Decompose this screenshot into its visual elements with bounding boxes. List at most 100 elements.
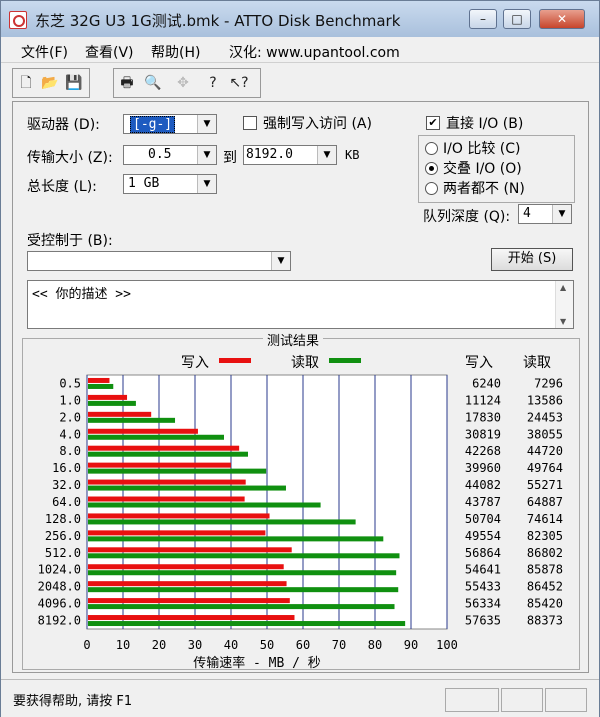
y-tick-label: 256.0 (45, 529, 81, 543)
window-title: 东芝 32G U3 1G测试.bmk - ATTO Disk Benchmark (35, 12, 401, 30)
description-scrollbar[interactable]: ▲ ▼ (555, 281, 573, 328)
status-pane-3 (545, 688, 587, 712)
print-preview-icon[interactable]: 🔍 (142, 72, 164, 94)
write-value: 44082 (465, 478, 501, 492)
read-bar (88, 485, 286, 491)
read-value: 55271 (527, 478, 563, 492)
read-value: 24453 (527, 410, 563, 424)
save-icon[interactable]: 💾 (63, 72, 85, 94)
maximize-button[interactable]: □ (503, 9, 531, 29)
write-bar (88, 428, 198, 434)
write-bar (88, 377, 110, 383)
read-bar (88, 553, 400, 559)
x-tick-label: 30 (188, 638, 202, 652)
chevron-down-icon[interactable]: ▼ (271, 252, 290, 270)
direct-io-checkbox[interactable]: ✔ (426, 116, 440, 130)
menu-help[interactable]: 帮助(H) (151, 42, 200, 62)
queue-depth-select[interactable]: 4 ▼ (518, 204, 572, 224)
neither-radio[interactable] (425, 182, 438, 195)
x-axis-label: 传输速率 - MB / 秒 (193, 655, 321, 669)
read-value: 82305 (527, 529, 563, 543)
direct-io-label: 直接 I/O (B) (446, 116, 524, 132)
x-tick-label: 50 (260, 638, 274, 652)
chevron-down-icon[interactable]: ▼ (197, 175, 216, 193)
write-value: 30819 (465, 427, 501, 441)
write-bar (88, 479, 246, 485)
write-bar (88, 564, 284, 570)
minimize-button[interactable]: – (469, 9, 497, 29)
app-window: 东芝 32G U3 1G测试.bmk - ATTO Disk Benchmark… (0, 0, 600, 717)
read-bar (88, 519, 356, 525)
chevron-down-icon[interactable]: ▼ (552, 205, 571, 223)
column-header: 读取 (523, 354, 551, 371)
queue-depth-value: 4 (523, 206, 531, 221)
status-pane-2 (501, 688, 543, 712)
legend-label: 读取 (291, 354, 319, 371)
legend-label: 写入 (181, 355, 209, 371)
open-icon[interactable]: 📂 (39, 72, 61, 94)
transfer-size-label: 传输大小 (Z): (27, 150, 113, 166)
y-tick-label: 8.0 (59, 444, 81, 458)
read-bar (88, 604, 395, 610)
menu-file[interactable]: 文件(F) (21, 42, 68, 62)
y-tick-label: 128.0 (45, 512, 81, 526)
read-bar (88, 451, 248, 457)
io-compare-radio[interactable] (425, 142, 438, 155)
y-tick-label: 4096.0 (38, 597, 81, 611)
transfer-from-select[interactable]: 0.5 ▼ (123, 145, 217, 165)
y-tick-label: 1.0 (59, 393, 81, 407)
write-bar (88, 530, 266, 536)
io-overlap-label: 交叠 I/O (O) (443, 161, 522, 177)
read-bar (88, 587, 399, 593)
menu-translation-note: 汉化: www.upantool.com (229, 45, 400, 61)
x-tick-label: 40 (224, 638, 238, 652)
move-icon: ✥ (177, 75, 189, 91)
x-tick-label: 100 (436, 638, 458, 652)
description-field[interactable]: << 你的描述 >> ▲ ▼ (27, 280, 574, 329)
chevron-down-icon[interactable]: ▼ (197, 146, 216, 164)
write-value: 17830 (465, 410, 501, 424)
help-icon[interactable]: ? (202, 72, 224, 94)
read-bar (88, 383, 114, 389)
y-tick-label: 16.0 (52, 461, 81, 475)
start-button[interactable]: 开始 (S) (491, 248, 573, 271)
read-value: 88373 (527, 614, 563, 628)
read-value: 85420 (527, 597, 563, 611)
menu-bar: 文件(F) 查看(V) 帮助(H) 汉化: www.upantool.com (1, 37, 599, 62)
read-value: 85878 (527, 563, 563, 577)
read-bar (88, 621, 406, 627)
print-icon[interactable]: 🖶 (116, 72, 138, 94)
y-tick-label: 0.5 (59, 376, 81, 390)
write-value: 56864 (465, 546, 501, 560)
force-write-checkbox[interactable] (243, 116, 257, 130)
chevron-down-icon[interactable]: ▼ (317, 146, 336, 164)
column-header: 写入 (465, 355, 493, 371)
write-bar (88, 615, 295, 621)
write-value: 55433 (465, 580, 501, 594)
read-value: 74614 (527, 512, 563, 526)
context-help-icon[interactable]: ↖? (228, 72, 250, 94)
menu-view[interactable]: 查看(V) (85, 42, 134, 62)
y-tick-label: 8192.0 (38, 614, 81, 628)
drive-select[interactable]: [-g-] ▼ (123, 114, 217, 134)
y-tick-label: 64.0 (52, 495, 81, 509)
drive-value: [-g-] (130, 116, 176, 133)
new-icon[interactable]: 🗋 (15, 72, 37, 94)
x-tick-label: 70 (332, 638, 346, 652)
io-overlap-radio[interactable] (425, 162, 438, 175)
y-tick-label: 2.0 (59, 410, 81, 424)
total-length-select[interactable]: 1 GB ▼ (123, 174, 217, 194)
close-button[interactable]: ✕ (539, 9, 585, 29)
read-bar (88, 536, 384, 542)
legend-swatch (219, 358, 251, 363)
transfer-to-select[interactable]: 8192.0 ▼ (243, 145, 337, 165)
write-bar (88, 598, 290, 604)
read-bar (88, 400, 136, 406)
controlled-by-select[interactable]: ▼ (27, 251, 291, 271)
read-value: 13586 (527, 393, 563, 407)
write-bar (88, 547, 292, 553)
write-value: 42268 (465, 444, 501, 458)
chevron-down-icon[interactable]: ▼ (197, 115, 216, 133)
title-bar[interactable]: 东芝 32G U3 1G测试.bmk - ATTO Disk Benchmark… (1, 1, 599, 37)
write-bar (88, 462, 231, 468)
